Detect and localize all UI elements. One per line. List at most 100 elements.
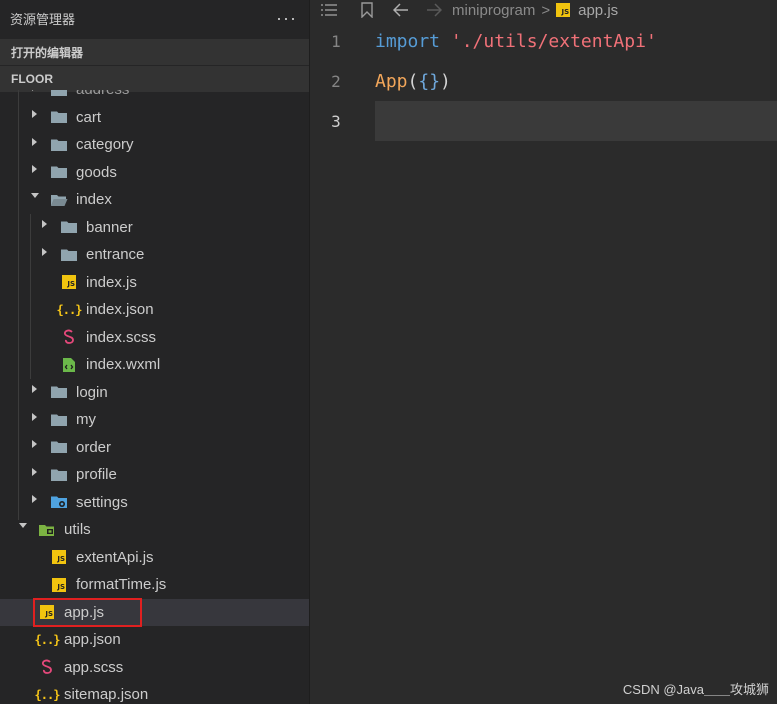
breadcrumb-file[interactable]: app.js <box>578 2 618 19</box>
tree-file-item[interactable]: {..} index.json <box>0 296 309 323</box>
tree-item-label: order <box>76 438 112 456</box>
chevron-right-icon[interactable] <box>28 439 42 449</box>
chevron-down-icon[interactable] <box>28 192 42 200</box>
tree-item-label: index.scss <box>86 328 157 346</box>
tree-file-item[interactable]: index.scss <box>0 324 309 351</box>
json-file-icon: {..} <box>56 302 83 317</box>
tree-item-label: profile <box>76 466 117 483</box>
folder-icon <box>50 137 68 153</box>
selection-highlight-box <box>33 598 142 627</box>
code-line-3[interactable]: 3 <box>310 104 777 138</box>
tree-item-label: index.json <box>86 301 154 318</box>
code-line-2[interactable]: 2 App ( {} ) <box>310 64 777 98</box>
tree-folder-item[interactable]: entrance <box>0 241 309 268</box>
chevron-right-icon[interactable] <box>28 412 42 422</box>
tree-file-item[interactable]: JS formatTime.js <box>0 571 309 598</box>
tree-item-label: my <box>76 411 96 428</box>
chevron-right-icon[interactable] <box>38 247 52 257</box>
tree-file-item[interactable]: app.scss <box>0 654 309 681</box>
explorer-header: 资源管理器 ··· <box>0 0 309 36</box>
chevron-right-icon[interactable] <box>28 494 42 504</box>
chevron-right-icon[interactable] <box>28 137 42 147</box>
tree-folder-item[interactable]: utils <box>0 516 309 543</box>
chevron-down-icon[interactable] <box>16 522 30 530</box>
import-keyword: import <box>375 30 441 52</box>
tree-folder-item[interactable]: goods <box>0 159 309 186</box>
project-root-section[interactable]: FLOOR <box>0 66 309 92</box>
tree-item-label: cart <box>76 108 102 126</box>
tree-item-label: category <box>76 136 134 153</box>
breadcrumb-separator: > <box>541 1 551 19</box>
folder-open-icon <box>50 192 68 208</box>
scss-file-icon <box>38 659 56 675</box>
js-file-icon: JS <box>556 0 571 20</box>
tree-file-item[interactable]: {..} app.json <box>0 626 309 653</box>
open-editors-section[interactable]: 打开的编辑器 <box>0 39 309 65</box>
chevron-right-icon[interactable] <box>28 90 42 92</box>
chevron-right-icon[interactable] <box>38 219 52 229</box>
wxml-file-icon <box>60 357 78 373</box>
tree-item-label: address <box>76 90 129 98</box>
tree-item-label: index.wxml <box>86 356 161 373</box>
tree-file-item[interactable]: {..} sitemap.json <box>0 681 309 704</box>
settings-folder-icon <box>50 494 68 510</box>
back-arrow-icon[interactable] <box>386 0 416 20</box>
tree-folder-item[interactable]: banner <box>0 214 309 241</box>
bookmark-icon[interactable] <box>348 0 386 20</box>
more-actions-icon[interactable]: ··· <box>276 9 297 27</box>
open-paren: ( <box>407 70 419 92</box>
tree-folder-item[interactable]: category <box>0 131 309 158</box>
breadcrumb-folder[interactable]: miniprogram <box>452 2 535 19</box>
code-line-1[interactable]: 1 import './utils/extentApi' <box>310 24 777 58</box>
tree-item-label: index <box>76 191 112 208</box>
json-file-icon: {..} <box>34 632 61 647</box>
chevron-right-icon[interactable] <box>28 384 42 394</box>
close-paren: ) <box>440 70 451 92</box>
tree-folder-item[interactable]: address <box>0 90 309 103</box>
tree-item-label: entrance <box>86 246 145 263</box>
folder-icon <box>60 219 78 235</box>
tree-folder-item[interactable]: profile <box>0 461 309 488</box>
tree-file-item[interactable]: JS extentApi.js <box>0 544 309 571</box>
app-function-name: App <box>375 70 408 92</box>
tree-folder-item[interactable]: my <box>0 406 309 433</box>
tree-folder-item[interactable]: cart <box>0 104 309 131</box>
folder-icon <box>50 109 68 125</box>
tree-folder-item[interactable]: order <box>0 434 309 461</box>
list-icon[interactable] <box>310 0 348 20</box>
tree-item-label: login <box>76 383 108 401</box>
tree-item-label: app.json <box>64 631 121 648</box>
folder-icon <box>60 247 78 263</box>
json-file-icon: {..} <box>34 687 61 702</box>
tree-item-label: index.js <box>86 273 137 291</box>
folder-icon <box>50 467 68 483</box>
js-file-icon: JS <box>50 577 68 593</box>
chevron-right-icon[interactable] <box>28 109 42 119</box>
scss-file-icon <box>60 329 78 345</box>
line-number: 2 <box>331 71 341 91</box>
code-editor[interactable]: miniprogram > JS app.js 1 import './util… <box>310 0 777 704</box>
tree-folder-item[interactable]: login <box>0 379 309 406</box>
tree-file-item[interactable]: index.wxml <box>0 351 309 378</box>
chevron-right-icon[interactable] <box>28 164 42 174</box>
tree-folder-item[interactable]: index <box>0 186 309 213</box>
open-editors-label: 打开的编辑器 <box>11 45 84 60</box>
project-root-label: FLOOR <box>11 72 53 86</box>
tree-item-label: settings <box>76 493 128 511</box>
tree-item-label: extentApi.js <box>76 548 154 566</box>
folder-icon <box>50 90 68 98</box>
folder-icon <box>50 439 68 455</box>
import-path-string: './utils/extentApi' <box>450 30 657 52</box>
chevron-right-icon[interactable] <box>28 467 42 477</box>
tree-item-label: banner <box>86 218 133 236</box>
forward-arrow-icon[interactable] <box>416 0 452 20</box>
explorer-sidebar: 资源管理器 ··· 打开的编辑器 FLOOR address cart catego… <box>0 0 310 704</box>
tree-folder-item[interactable]: settings <box>0 489 309 516</box>
tree-item-label: goods <box>76 163 117 181</box>
explorer-title: 资源管理器 <box>10 11 76 27</box>
tree-file-item[interactable]: JS index.js <box>0 269 309 296</box>
folder-icon <box>50 384 68 400</box>
watermark: CSDN @Java＿＿攻城狮 <box>622 682 769 697</box>
js-file-icon: JS <box>60 274 78 290</box>
